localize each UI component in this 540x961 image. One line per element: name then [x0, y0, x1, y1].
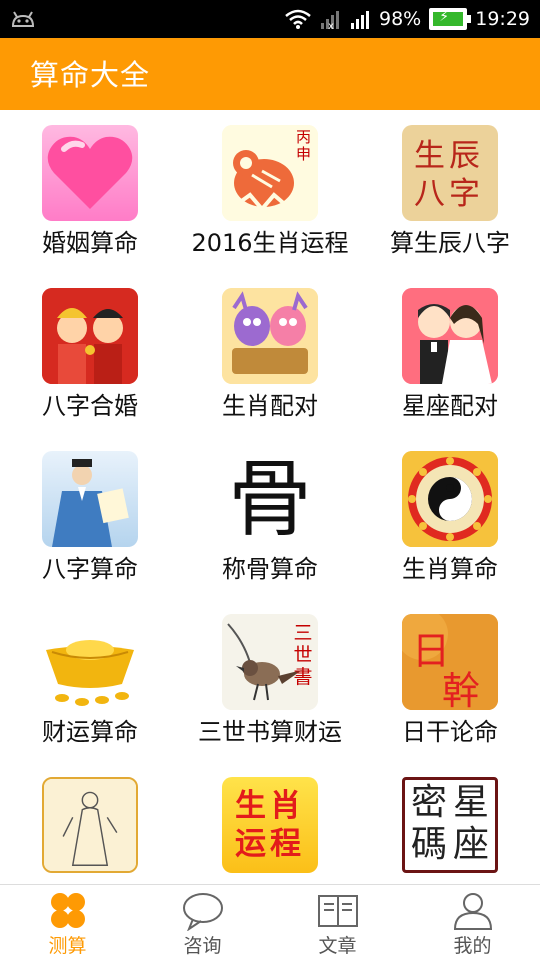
icon-caption: 骨 — [227, 451, 312, 547]
wifi-icon — [285, 9, 311, 29]
grid-item-label: 称骨算命 — [222, 555, 318, 583]
grid-item-label: 星座配对 — [402, 392, 498, 420]
svg-text:x: x — [328, 21, 334, 29]
icon-caption: 星座密碼 — [411, 782, 490, 865]
grid-item-label: 财运算命 — [42, 718, 138, 746]
grid-item-partial-1[interactable] — [0, 762, 180, 884]
grid-item-label: 八字算命 — [42, 555, 138, 583]
grid-item-label: 婚姻算命 — [42, 229, 138, 257]
ancient-figure-icon — [42, 777, 138, 873]
zodiac-pair-icon — [222, 288, 318, 384]
grid-item-birth-bazi[interactable]: 生辰八字 算生辰八字 — [360, 110, 540, 273]
feature-grid[interactable]: 婚姻算命 丙申 2016生肖运程 生辰八字 算生辰八字 八字合婚 生肖配对 星座… — [0, 110, 540, 884]
rigan-icon: 日幹 — [402, 614, 498, 710]
book-icon — [318, 895, 358, 927]
icon-caption: 生辰八字 — [414, 138, 484, 212]
tab-articles[interactable]: 文章 — [270, 885, 405, 961]
scholar-icon — [42, 451, 138, 547]
android-icon — [11, 11, 35, 27]
battery-charging-icon: ⚡ — [429, 8, 472, 30]
battery-percent: 98% — [379, 8, 422, 30]
grid-item-label: 2016生肖运程 — [191, 229, 349, 257]
grid-item-zodiac-pairing[interactable]: 生肖配对 — [180, 273, 360, 436]
grid-item-label: 算生辰八字 — [390, 229, 510, 257]
icon-caption: 日幹 — [412, 629, 481, 710]
tab-consult[interactable]: 咨询 — [135, 885, 270, 961]
grid-item-2016-zodiac-fortune[interactable]: 丙申 2016生肖运程 — [180, 110, 360, 273]
shengchen-bazi-icon: 生辰八字 — [402, 125, 498, 221]
grid-item-partial-2[interactable]: 生肖运程 — [180, 762, 360, 884]
grid-item-label: 生肖算命 — [402, 555, 498, 583]
grid-item-partial-3[interactable]: 星座密碼 — [360, 762, 540, 884]
tab-mine[interactable]: 我的 — [405, 885, 540, 961]
xingzuo-mima-icon: 星座密碼 — [402, 777, 498, 873]
tab-label: 测算 — [48, 935, 87, 957]
chat-bubble-icon — [183, 893, 223, 931]
signal-2g-icon — [351, 11, 369, 29]
grid-item-day-stem-fortune[interactable]: 日幹 日干论命 — [360, 599, 540, 762]
icon-caption: 丙申 — [296, 128, 312, 163]
tab-measure[interactable]: 测算 — [0, 885, 135, 961]
grid-item-marriage[interactable]: 婚姻算命 — [0, 110, 180, 273]
user-icon — [453, 893, 493, 930]
grid-item-star-sign-pairing[interactable]: 星座配对 — [360, 273, 540, 436]
tab-label: 咨询 — [183, 935, 222, 957]
bottom-nav: 测算 咨询 文章 我的 — [0, 884, 540, 961]
grid-item-bazi-marriage[interactable]: 八字合婚 — [0, 273, 180, 436]
grid-item-label: 三世书算财运 — [198, 718, 342, 746]
icon-caption: 三世書 — [293, 622, 313, 688]
bride-groom-icon — [402, 288, 498, 384]
app-title: 算命大全 — [30, 58, 151, 92]
clover-icon — [51, 893, 85, 928]
no-data-signal-icon: x — [321, 11, 339, 29]
grid-item-label: 八字合婚 — [42, 392, 138, 420]
grid-item-zodiac-fortune[interactable]: 生肖算命 — [360, 436, 540, 599]
clock: 19:29 — [475, 8, 530, 30]
gold-ingot-icon — [42, 614, 138, 710]
bone-character-icon: 骨 — [222, 451, 318, 547]
grid-item-three-lives-wealth[interactable]: 三世書 三世书算财运 — [180, 599, 360, 762]
taiji-zodiac-wheel-icon — [402, 451, 498, 547]
tab-label: 我的 — [453, 935, 492, 957]
icon-caption: 生肖运程 — [235, 788, 305, 862]
wedding-couple-icon — [42, 288, 138, 384]
grid-item-label: 日干论命 — [402, 718, 498, 746]
heart-icon — [42, 125, 138, 221]
monkey-papercut-icon: 丙申 — [222, 125, 318, 221]
grid-item-bazi-fortune[interactable]: 八字算命 — [0, 436, 180, 599]
shengxiao-yuncheng-icon: 生肖运程 — [222, 777, 318, 873]
status-bar: x 98% ⚡ 19:29 — [0, 0, 540, 38]
tab-label: 文章 — [318, 935, 357, 957]
bird-painting-icon: 三世書 — [222, 614, 318, 710]
grid-item-bone-weight-fortune[interactable]: 骨 称骨算命 — [180, 436, 360, 599]
grid-item-wealth-fortune[interactable]: 财运算命 — [0, 599, 180, 762]
app-bar: 算命大全 — [0, 38, 540, 110]
grid-item-label: 生肖配对 — [222, 392, 318, 420]
